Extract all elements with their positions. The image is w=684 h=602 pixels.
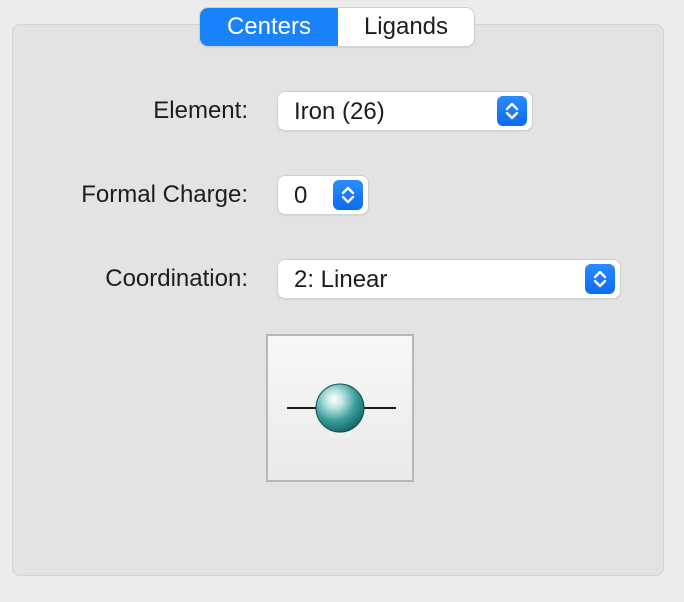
center-atom	[315, 383, 365, 433]
formal-charge-value: 0	[294, 182, 308, 209]
tab-ligands[interactable]: Ligands	[338, 8, 474, 46]
tab-centers[interactable]: Centers	[200, 8, 338, 46]
chevron-updown-icon	[585, 264, 615, 294]
linear-geometry-icon	[287, 383, 396, 433]
coordination-value: 2: Linear	[294, 266, 388, 293]
geometry-preview	[266, 334, 414, 482]
coordination-label: Coordination:	[105, 265, 248, 292]
element-label: Element:	[153, 97, 248, 124]
formal-charge-label: Formal Charge:	[81, 181, 248, 208]
element-value: Iron (26)	[294, 98, 385, 125]
element-popup[interactable]: Iron (26)	[278, 92, 532, 130]
tab-bar: Centers Ligands	[200, 8, 474, 46]
formal-charge-popup[interactable]: 0	[278, 176, 368, 214]
coordination-popup[interactable]: 2: Linear	[278, 260, 620, 298]
chevron-updown-icon	[333, 180, 363, 210]
chevron-updown-icon	[497, 96, 527, 126]
